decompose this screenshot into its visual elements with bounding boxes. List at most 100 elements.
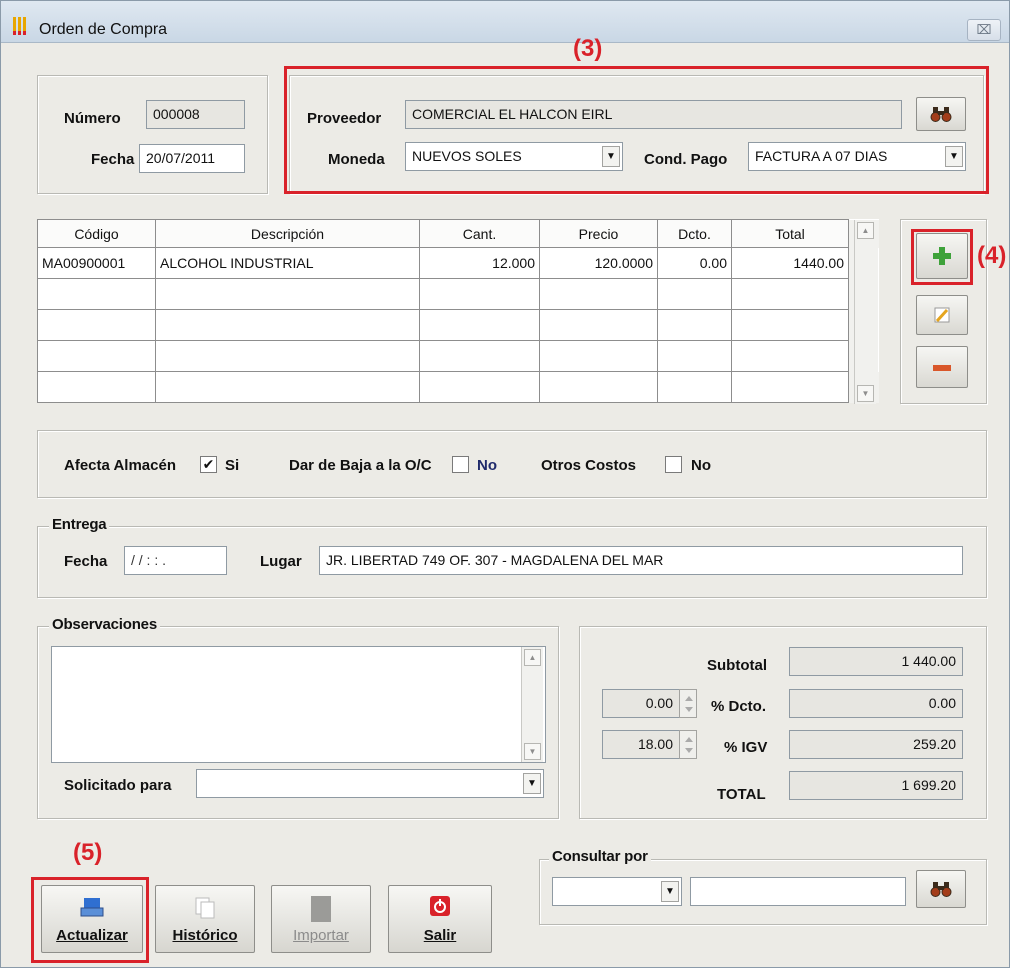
dcto-amount-field: 0.00 [789, 689, 963, 718]
igv-percent-field[interactable]: 18.00 [602, 730, 680, 759]
dcto-percent-spinner[interactable] [679, 689, 697, 718]
items-table: Código Descripción Cant. Precio Dcto. To… [37, 219, 879, 403]
cond-pago-select[interactable]: FACTURA A 07 DIAS ▼ [748, 142, 966, 171]
table-cell[interactable]: 120.0000 [539, 247, 658, 279]
cond-pago-label: Cond. Pago [644, 151, 728, 168]
table-cell[interactable]: 0.00 [657, 247, 732, 279]
importar-label: Importar [293, 927, 349, 944]
spin-down-icon [685, 707, 693, 712]
table-row[interactable]: MA00900001 ALCOHOL INDUSTRIAL 12.000 120… [37, 247, 879, 279]
power-icon [430, 896, 450, 916]
dcto-label: % Dcto. [711, 698, 767, 715]
annotation-label-5: (5) [73, 839, 103, 866]
historico-label: Histórico [172, 927, 238, 944]
entrega-fecha-field[interactable]: / / : : . [124, 546, 227, 575]
table-row[interactable] [37, 278, 879, 310]
annotation-label-3: (3) [573, 35, 603, 62]
column-header[interactable]: Descripción [155, 219, 420, 248]
app-icon [11, 15, 31, 35]
igv-percent-spinner[interactable] [679, 730, 697, 759]
table-row[interactable] [37, 340, 879, 372]
scroll-down-icon[interactable]: ▼ [857, 385, 874, 402]
afecta-almacen-label: Afecta Almacén [64, 457, 176, 474]
edit-row-button[interactable] [916, 295, 968, 335]
remove-row-button[interactable] [916, 346, 968, 388]
igv-amount-field: 259.20 [789, 730, 963, 759]
consultar-field-select[interactable]: ▼ [552, 877, 682, 906]
otros-costos-label: Otros Costos [541, 457, 637, 474]
chevron-down-icon[interactable]: ▼ [661, 881, 679, 902]
annotation-box-4 [911, 229, 973, 285]
table-row[interactable] [37, 309, 879, 341]
observaciones-scrollbar[interactable]: ▲ ▼ [521, 647, 543, 762]
historico-button[interactable]: Histórico [155, 885, 255, 953]
close-button[interactable]: ⌧ [967, 19, 1001, 41]
number-date-group [37, 75, 268, 194]
scroll-down-icon[interactable]: ▼ [524, 743, 541, 760]
afecta-almacen-checkbox[interactable]: ✔ [200, 456, 217, 473]
binoculars-icon [930, 107, 952, 122]
search-supplier-button[interactable] [916, 97, 966, 131]
numero-field: 000008 [146, 100, 245, 129]
lugar-label: Lugar [260, 553, 302, 570]
consultar-search-button[interactable] [916, 870, 966, 908]
entrega-group-label: Entrega [49, 516, 110, 533]
flags-group [37, 430, 987, 498]
table-scrollbar[interactable]: ▲ ▼ [854, 220, 876, 404]
solicitado-select[interactable]: ▼ [196, 769, 544, 798]
table-header-row: Código Descripción Cant. Precio Dcto. To… [37, 219, 879, 248]
dcto-percent-field[interactable]: 0.00 [602, 689, 680, 718]
column-header[interactable]: Total [731, 219, 849, 248]
otros-costos-value: No [691, 457, 711, 474]
moneda-label: Moneda [328, 151, 385, 168]
proveedor-field: COMERCIAL EL HALCON EIRL [405, 100, 902, 129]
scroll-up-icon[interactable]: ▲ [857, 222, 874, 239]
column-header[interactable]: Código [37, 219, 156, 248]
title-bar: Orden de Compra ⌧ [1, 1, 1009, 43]
minus-icon [933, 365, 951, 371]
pencil-icon [934, 307, 950, 323]
column-header[interactable]: Precio [539, 219, 658, 248]
salir-button[interactable]: Salir [388, 885, 492, 953]
import-icon [311, 896, 331, 922]
moneda-select[interactable]: NUEVOS SOLES ▼ [405, 142, 623, 171]
table-cell[interactable]: 12.000 [419, 247, 540, 279]
spin-up-icon [685, 696, 693, 701]
annotation-label-4: (4) [977, 242, 1007, 269]
documents-icon [195, 897, 215, 919]
table-cell[interactable]: ALCOHOL INDUSTRIAL [155, 247, 420, 279]
annotation-box-3 [284, 66, 989, 194]
table-cell[interactable]: 1440.00 [731, 247, 849, 279]
column-header[interactable]: Cant. [419, 219, 540, 248]
chevron-down-icon[interactable]: ▼ [945, 146, 963, 167]
chevron-down-icon[interactable]: ▼ [602, 146, 620, 167]
annotation-box-5 [31, 877, 149, 963]
otros-costos-checkbox[interactable] [665, 456, 682, 473]
table-cell[interactable]: MA00900001 [37, 247, 156, 279]
cond-pago-value: FACTURA A 07 DIAS [755, 148, 888, 164]
spin-up-icon [685, 737, 693, 742]
consultar-value-input[interactable] [690, 877, 906, 906]
subtotal-label: Subtotal [707, 657, 767, 674]
chevron-down-icon[interactable]: ▼ [523, 773, 541, 794]
dar-baja-checkbox[interactable] [452, 456, 469, 473]
fecha-field[interactable]: 20/07/2011 [139, 144, 245, 173]
table-row[interactable] [37, 371, 879, 403]
igv-label: % IGV [724, 739, 768, 756]
lugar-field[interactable]: JR. LIBERTAD 749 OF. 307 - MAGDALENA DEL… [319, 546, 963, 575]
total-label: TOTAL [717, 786, 766, 803]
numero-label: Número [64, 110, 121, 127]
observaciones-textarea[interactable] [51, 646, 546, 763]
consultar-group-label: Consultar por [549, 848, 651, 865]
column-header[interactable]: Dcto. [657, 219, 732, 248]
entrega-fecha-label: Fecha [64, 553, 108, 570]
subtotal-field: 1 440.00 [789, 647, 963, 676]
scroll-up-icon[interactable]: ▲ [524, 649, 541, 666]
fecha-label: Fecha [91, 151, 135, 168]
importar-button[interactable]: Importar [271, 885, 371, 953]
window-title: Orden de Compra [39, 21, 168, 38]
close-icon: ⌧ [976, 22, 992, 37]
spin-down-icon [685, 748, 693, 753]
purchase-order-window: Orden de Compra ⌧ Número 000008 Fecha 20… [0, 0, 1010, 968]
dar-baja-value: No [477, 457, 497, 474]
